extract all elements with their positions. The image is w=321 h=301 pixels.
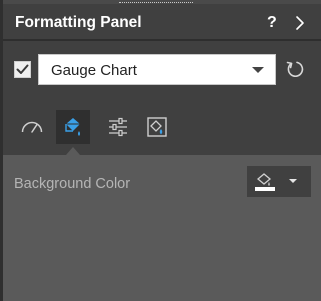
background-color-picker[interactable] (247, 166, 311, 197)
tab-gauge[interactable] (15, 110, 49, 144)
chevron-right-icon (296, 16, 304, 30)
chart-type-value: Gauge Chart (51, 62, 137, 79)
tab-image-fill[interactable] (140, 110, 174, 144)
panel-header: Formatting Panel ? (3, 4, 321, 39)
background-color-label: Background Color (14, 176, 131, 192)
drag-handle[interactable] (119, 2, 193, 3)
checkmark-icon (16, 64, 29, 74)
paint-bucket-icon (255, 173, 275, 191)
tab-fill[interactable] (56, 110, 90, 144)
chart-type-select[interactable]: Gauge Chart (38, 54, 276, 85)
reset-button[interactable] (285, 59, 305, 79)
controls-area: Gauge Chart (3, 41, 321, 155)
refresh-icon (286, 61, 304, 78)
enable-checkbox[interactable] (14, 61, 31, 78)
color-swatch (255, 187, 275, 191)
panel-title: Formatting Panel (15, 14, 142, 31)
caret-down-icon (252, 67, 264, 73)
image-fill-icon (147, 117, 167, 137)
collapse-button[interactable] (293, 15, 307, 31)
tab-properties[interactable] (101, 110, 135, 144)
sliders-icon (109, 117, 127, 137)
gauge-icon (21, 121, 43, 133)
paint-bucket-icon (65, 118, 80, 136)
formatting-panel: Formatting Panel ? Gauge Chart Backgroun… (3, 0, 321, 301)
help-button[interactable]: ? (267, 14, 277, 32)
active-tab-pointer (66, 147, 80, 155)
caret-down-icon (289, 179, 297, 183)
